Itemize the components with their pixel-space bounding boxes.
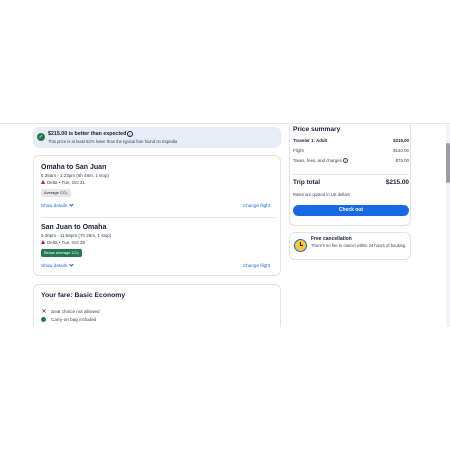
outbound-airline: Delta • Tue, Oct 21: [41, 180, 85, 185]
flight-amount: $140.00: [393, 148, 409, 153]
outbound-times: 5:35am - 1:23pm (6h 48m, 1 stop): [41, 173, 110, 178]
clock-icon: [294, 239, 307, 252]
traveler-line: Traveler 1: Adult $215.00: [293, 138, 409, 143]
fare-item-carry-on: Carry-on bag included: [41, 317, 96, 322]
chevron-down-icon: [69, 202, 74, 207]
info-icon[interactable]: i: [127, 131, 133, 137]
traveler-amount: $215.00: [393, 138, 409, 143]
traveler-label: Traveler 1: Adult: [293, 138, 328, 143]
outbound-show-details-link[interactable]: Show details: [41, 202, 74, 208]
co2-badge-below-average: Below average CO₂: [41, 249, 83, 257]
free-cancellation-title: Free cancellation: [311, 236, 352, 242]
trip-total-label: Trip total: [293, 179, 320, 186]
flight-label: Flight: [293, 148, 304, 153]
trip-total-amount: $215.00: [385, 179, 409, 186]
check-icon: [41, 317, 46, 322]
taxes-amount: $75.00: [395, 158, 409, 163]
banner-subtitle: This price is at least 62% lower than th…: [48, 139, 178, 144]
check-circle-icon: ✓: [37, 133, 45, 141]
show-details-label: Show details: [41, 263, 68, 268]
return-show-details-link[interactable]: Show details: [41, 262, 74, 268]
delta-logo-icon: [41, 180, 45, 184]
taxes-line: Taxes, fees, and charges i $75.00: [293, 158, 409, 163]
return-times: 5:30pm - 11:56pm (7h 26m, 1 stop): [41, 233, 112, 238]
fare-title: Your fare: Basic Economy: [41, 292, 126, 299]
flights-card: Omaha to San Juan 5:35am - 1:23pm (6h 48…: [33, 155, 281, 276]
scrollbar-thumb[interactable]: [446, 143, 450, 183]
outbound-change-flight-link[interactable]: Change flight: [243, 203, 270, 208]
banner-title: $215.00 is better than expected: [48, 131, 127, 137]
delta-logo-icon: [41, 240, 45, 244]
top-blank-area: [0, 0, 450, 124]
price-summary-title: Price summary: [293, 126, 341, 133]
x-icon: ✕: [41, 309, 47, 315]
fare-card: Your fare: Basic Economy ✕ Seat choice no…: [33, 284, 281, 327]
show-details-label: Show details: [41, 203, 68, 208]
info-icon[interactable]: i: [342, 158, 348, 163]
segment-divider: [41, 217, 275, 218]
fare-item-text: Seat choice not allowed: [51, 309, 100, 314]
price-summary-card: Price summary Traveler 1: Adult $215.00 F…: [289, 125, 411, 226]
return-airline: Delta • Tue, Oct 28: [41, 240, 85, 245]
check-out-button[interactable]: Check out: [293, 205, 409, 216]
outbound-route: Omaha to San Juan: [41, 164, 107, 171]
taxes-label: Taxes, fees, and charges: [293, 158, 342, 163]
trip-total-line: Trip total $215.00: [293, 179, 409, 186]
flight-line: Flight $140.00: [293, 148, 409, 153]
checkout-content: ✓ $215.00 is better than expected i This…: [0, 125, 446, 327]
bottom-blank-area: [0, 327, 450, 450]
outbound-airline-date: Delta • Tue, Oct 21: [47, 180, 85, 185]
chevron-down-icon: [69, 262, 74, 267]
fare-item-seat: ✕ Seat choice not allowed: [41, 308, 100, 315]
return-change-flight-link[interactable]: Change flight: [243, 263, 270, 268]
fare-item-text: Carry-on bag included: [51, 317, 97, 322]
return-airline-date: Delta • Tue, Oct 28: [47, 240, 85, 245]
co2-badge-average: Average CO₂: [41, 189, 71, 197]
currency-note: Rates are quoted in US dollars: [293, 192, 351, 197]
free-cancellation-text: There's no fee to cancel within 24 hours…: [311, 243, 407, 248]
price-insight-banner: ✓ $215.00 is better than expected i This…: [33, 127, 281, 148]
return-route: San Juan to Omaha: [41, 224, 107, 231]
summary-divider: [293, 174, 409, 175]
free-cancellation-card: Free cancellation There's no fee to canc…: [289, 232, 411, 260]
